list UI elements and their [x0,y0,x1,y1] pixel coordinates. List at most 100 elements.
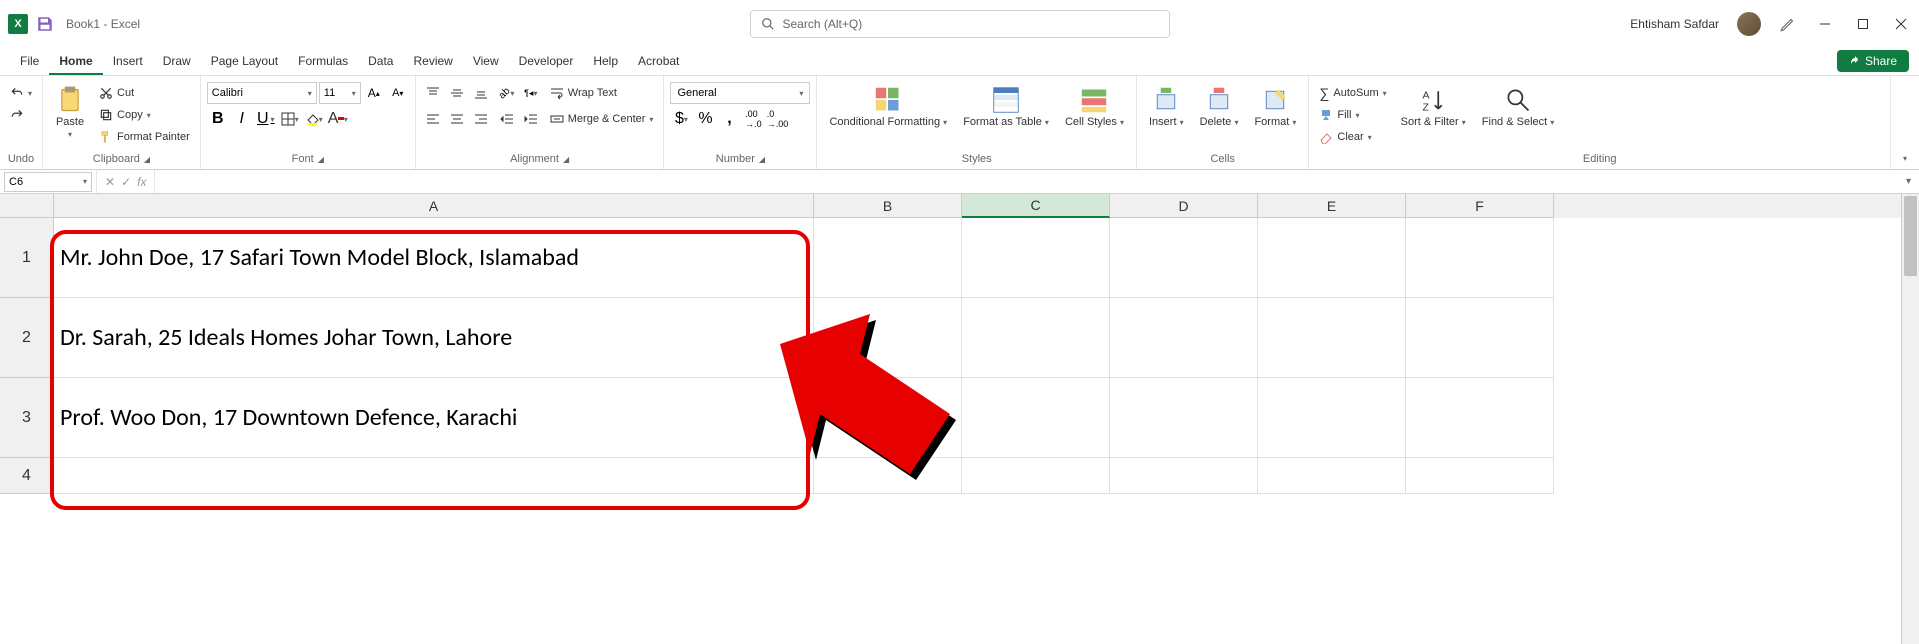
cell-D1[interactable] [1110,218,1258,298]
tab-home[interactable]: Home [49,49,102,75]
tab-view[interactable]: View [463,49,509,75]
cell-A1[interactable]: Mr. John Doe, 17 Safari Town Model Block… [54,218,814,298]
find-select-button[interactable]: Find & Select ▾ [1476,82,1561,132]
cell-F1[interactable] [1406,218,1554,298]
decrease-decimal-button[interactable]: .0→.00 [766,108,788,130]
cell-B4[interactable] [814,458,962,494]
number-dialog-launcher[interactable]: ◢ [759,155,765,164]
tab-file[interactable]: File [10,49,49,75]
increase-decimal-button[interactable]: .00→.0 [742,108,764,130]
tab-developer[interactable]: Developer [509,49,584,75]
cell-A2[interactable]: Dr. Sarah, 25 Ideals Homes Johar Town, L… [54,298,814,378]
fill-color-button[interactable]: ▾ [303,108,325,130]
cell-C3[interactable] [962,378,1110,458]
row-header-3[interactable]: 3 [0,378,54,458]
tab-review[interactable]: Review [403,49,462,75]
paste-button[interactable]: Paste ▾ [49,82,91,143]
cell-D3[interactable] [1110,378,1258,458]
vertical-scrollbar[interactable] [1901,194,1919,644]
column-header-F[interactable]: F [1406,194,1554,218]
insert-function-button[interactable]: fx [137,175,146,189]
cancel-formula-button[interactable]: ✕ [105,175,115,189]
close-button[interactable] [1891,14,1911,34]
column-header-A[interactable]: A [54,194,814,218]
decrease-font-button[interactable]: A▾ [387,82,409,104]
row-header-2[interactable]: 2 [0,298,54,378]
underline-button[interactable]: U▾ [255,108,277,130]
cell-C1[interactable] [962,218,1110,298]
column-header-D[interactable]: D [1110,194,1258,218]
cell-B1[interactable] [814,218,962,298]
increase-font-button[interactable]: A▴ [363,82,385,104]
italic-button[interactable]: I [231,108,253,130]
formula-bar-expand-button[interactable]: ▾ [1898,176,1919,187]
autosum-button[interactable]: ∑AutoSum▾ [1315,82,1390,104]
cell-C2[interactable] [962,298,1110,378]
format-cells-button[interactable]: Format ▾ [1248,82,1302,132]
percent-format-button[interactable]: % [694,108,716,130]
cell-F2[interactable] [1406,298,1554,378]
column-header-B[interactable]: B [814,194,962,218]
align-right-button[interactable] [470,108,492,130]
delete-cells-button[interactable]: Delete ▾ [1194,82,1245,132]
share-button[interactable]: Share [1837,50,1909,72]
user-avatar[interactable] [1737,12,1761,36]
increase-indent-button[interactable] [520,108,542,130]
cell-B3[interactable] [814,378,962,458]
align-middle-button[interactable] [446,82,468,104]
minimize-button[interactable] [1815,14,1835,34]
align-center-button[interactable] [446,108,468,130]
accounting-format-button[interactable]: $▾ [670,108,692,130]
clipboard-dialog-launcher[interactable]: ◢ [144,155,150,164]
clear-button[interactable]: Clear▾ [1315,126,1390,148]
conditional-formatting-button[interactable]: Conditional Formatting ▾ [823,82,953,132]
row-header-1[interactable]: 1 [0,218,54,298]
row-header-4[interactable]: 4 [0,458,54,494]
tab-insert[interactable]: Insert [103,49,153,75]
cell-E3[interactable] [1258,378,1406,458]
cell-A4[interactable] [54,458,814,494]
align-left-button[interactable] [422,108,444,130]
font-size-select[interactable]: 11▾ [319,82,361,104]
tab-page-layout[interactable]: Page Layout [201,49,288,75]
cell-C4[interactable] [962,458,1110,494]
redo-button[interactable] [6,104,36,126]
format-painter-button[interactable]: Format Painter [95,126,194,148]
select-all-corner[interactable] [0,194,54,218]
column-header-C[interactable]: C [962,194,1110,218]
maximize-button[interactable] [1853,14,1873,34]
name-box[interactable]: C6▾ [4,172,92,192]
merge-center-button[interactable]: Merge & Center▾ [546,108,658,130]
cell-E2[interactable] [1258,298,1406,378]
cut-button[interactable]: Cut [95,82,194,104]
font-name-select[interactable]: Calibri▾ [207,82,317,104]
font-dialog-launcher[interactable]: ◢ [318,155,324,164]
copy-button[interactable]: Copy▾ [95,104,194,126]
tab-help[interactable]: Help [583,49,628,75]
sort-filter-button[interactable]: AZSort & Filter ▾ [1395,82,1472,132]
search-box[interactable]: Search (Alt+Q) [750,10,1170,38]
fill-button[interactable]: Fill▾ [1315,104,1390,126]
cell-D4[interactable] [1110,458,1258,494]
ribbon-collapse-button[interactable]: ▾ [1891,76,1919,169]
tab-formulas[interactable]: Formulas [288,49,358,75]
align-bottom-button[interactable] [470,82,492,104]
tab-data[interactable]: Data [358,49,403,75]
save-icon[interactable] [36,15,54,33]
number-format-select[interactable]: General▾ [670,82,810,104]
cell-styles-button[interactable]: Cell Styles ▾ [1059,82,1130,132]
bold-button[interactable]: B [207,108,229,130]
cell-B2[interactable] [814,298,962,378]
cell-A3[interactable]: Prof. Woo Don, 17 Downtown Defence, Kara… [54,378,814,458]
column-header-E[interactable]: E [1258,194,1406,218]
rtl-button[interactable]: ¶◂▾ [520,82,542,104]
cell-F3[interactable] [1406,378,1554,458]
alignment-dialog-launcher[interactable]: ◢ [563,155,569,164]
border-button[interactable]: ▾ [279,108,301,130]
orientation-button[interactable]: ab▾ [496,82,518,104]
comma-format-button[interactable]: , [718,108,740,130]
font-color-button[interactable]: A▾ [327,108,349,130]
cell-E4[interactable] [1258,458,1406,494]
wrap-text-button[interactable]: Wrap Text [546,82,658,104]
cell-D2[interactable] [1110,298,1258,378]
